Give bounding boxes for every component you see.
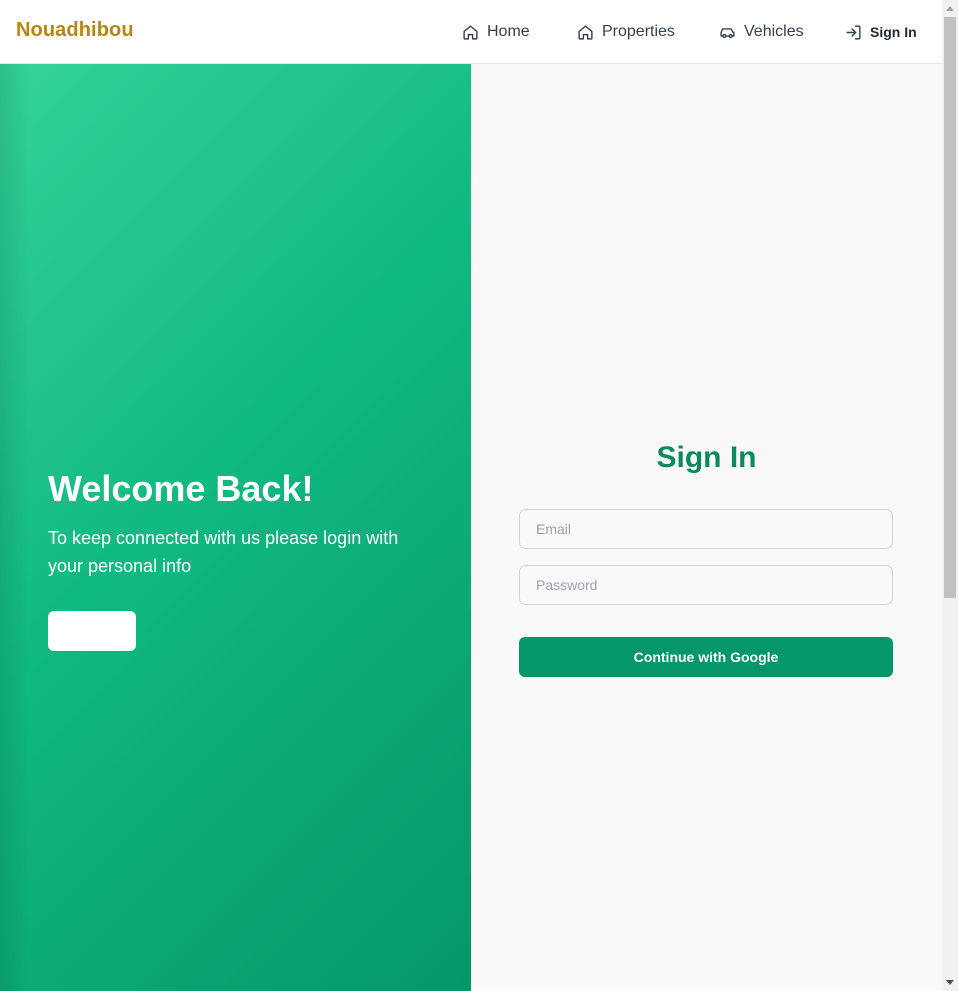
top-navbar: Nouadhibou Home Properties Vehicles Sign… [0,0,942,64]
home-icon [578,24,593,40]
welcome-text: To keep connected with us please login w… [48,528,399,576]
sign-in-panel: Sign In Continue with Google [471,64,942,991]
panel-shadow [0,64,30,991]
scroll-up-arrow-icon[interactable] [946,6,954,11]
page-scrollbar[interactable] [942,0,958,991]
sign-up-button[interactable]: SIGN UP [48,611,136,651]
nav-item-sign-in[interactable]: Sign In [845,20,917,44]
brand-logo[interactable]: Nouadhibou [16,19,134,42]
scroll-down-arrow-icon[interactable] [946,980,954,985]
continue-with-google-button[interactable]: Continue with Google [519,637,893,677]
nav-item-label: Sign In [870,24,917,40]
nav-item-vehicles[interactable]: Vehicles [719,20,804,44]
scrollbar-thumb[interactable] [944,17,956,598]
nav-item-home[interactable]: Home [462,20,530,44]
password-field[interactable] [519,565,893,605]
email-field[interactable] [519,509,893,549]
welcome-title: Welcome Back! [48,468,314,509]
home-icon [463,24,478,40]
nav-item-label: Home [487,23,530,40]
nav-item-properties[interactable]: Properties [577,20,675,44]
welcome-panel: Welcome Back! To keep connected with us … [0,64,471,991]
car-icon [720,27,735,38]
sign-in-title: Sign In [656,441,757,474]
nav-item-label: Properties [602,23,675,40]
nav-item-label: Vehicles [744,23,804,40]
login-icon [846,24,861,40]
